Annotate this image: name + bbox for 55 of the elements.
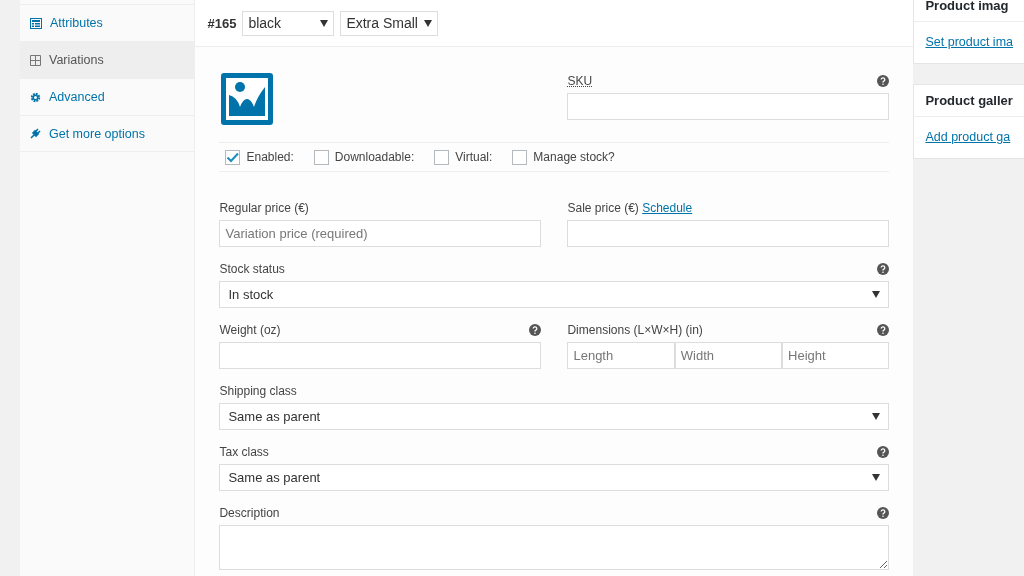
help-icon xyxy=(877,75,890,87)
checkbox[interactable] xyxy=(434,149,450,165)
sku-field[interactable] xyxy=(567,93,890,120)
field-label: Description xyxy=(219,506,280,520)
select-field[interactable]: Same as parent xyxy=(219,403,890,430)
panel-link[interactable]: Set product ima xyxy=(925,35,1013,49)
field-label: Sale price (€) Schedule xyxy=(567,201,693,215)
sidebar-item[interactable]: Variations xyxy=(20,41,195,78)
gear-icon xyxy=(30,91,41,103)
grid-icon xyxy=(30,54,41,66)
caret-icon xyxy=(872,474,881,481)
image-placeholder-icon[interactable] xyxy=(220,72,275,126)
attribute-select[interactable]: Extra Small xyxy=(340,10,438,36)
sidebar-item[interactable]: Get more options xyxy=(20,115,195,152)
attribute-select[interactable]: black xyxy=(242,10,335,36)
panel-title: Product galler xyxy=(925,93,1013,108)
checkbox-label: Enabled: xyxy=(246,150,294,164)
variation-number: #165 xyxy=(207,15,237,31)
caret-icon xyxy=(872,291,881,298)
help-icon xyxy=(877,324,890,336)
help-icon xyxy=(529,324,542,336)
description-field[interactable] xyxy=(219,525,890,570)
checkbox-label: Virtual: xyxy=(455,150,493,164)
text-field[interactable] xyxy=(567,220,890,247)
field-label: Stock status xyxy=(219,262,285,276)
help-icon xyxy=(877,507,890,519)
panel-link[interactable]: Add product ga xyxy=(925,130,1011,144)
field-label: Tax class xyxy=(219,445,269,459)
checkbox-label: Manage stock? xyxy=(533,150,615,164)
dimension-field[interactable]: Length xyxy=(567,342,675,369)
checkbox[interactable] xyxy=(313,149,329,165)
schedule-link[interactable]: Schedule xyxy=(642,201,693,215)
select-field[interactable]: In stock xyxy=(219,281,890,308)
field-label: Shipping class xyxy=(219,384,297,398)
help-icon xyxy=(877,446,890,458)
text-field[interactable]: Variation price (required) xyxy=(219,220,542,247)
table-icon xyxy=(30,17,42,29)
select-field[interactable]: Same as parent xyxy=(219,464,890,491)
plug-icon xyxy=(30,128,41,139)
caret-icon xyxy=(872,413,881,420)
field-label: Regular price (€) xyxy=(219,201,309,215)
text-field[interactable] xyxy=(219,342,542,369)
field-label: Weight (oz) xyxy=(219,323,281,337)
field-label: Dimensions (L×W×H) (in) xyxy=(567,323,703,337)
checkbox[interactable] xyxy=(225,149,241,165)
panel-title: Product imag xyxy=(925,0,1009,13)
dimension-field[interactable]: Width xyxy=(674,342,783,369)
checkbox-label: Downloadable: xyxy=(334,150,415,164)
caret-icon xyxy=(423,19,432,27)
help-icon xyxy=(877,263,890,275)
dimension-field[interactable]: Height xyxy=(782,342,890,369)
sku-label: SKU xyxy=(567,74,593,88)
checkbox[interactable] xyxy=(512,149,528,165)
caret-icon xyxy=(320,19,329,27)
sidebar-item[interactable]: Advanced xyxy=(20,78,195,115)
